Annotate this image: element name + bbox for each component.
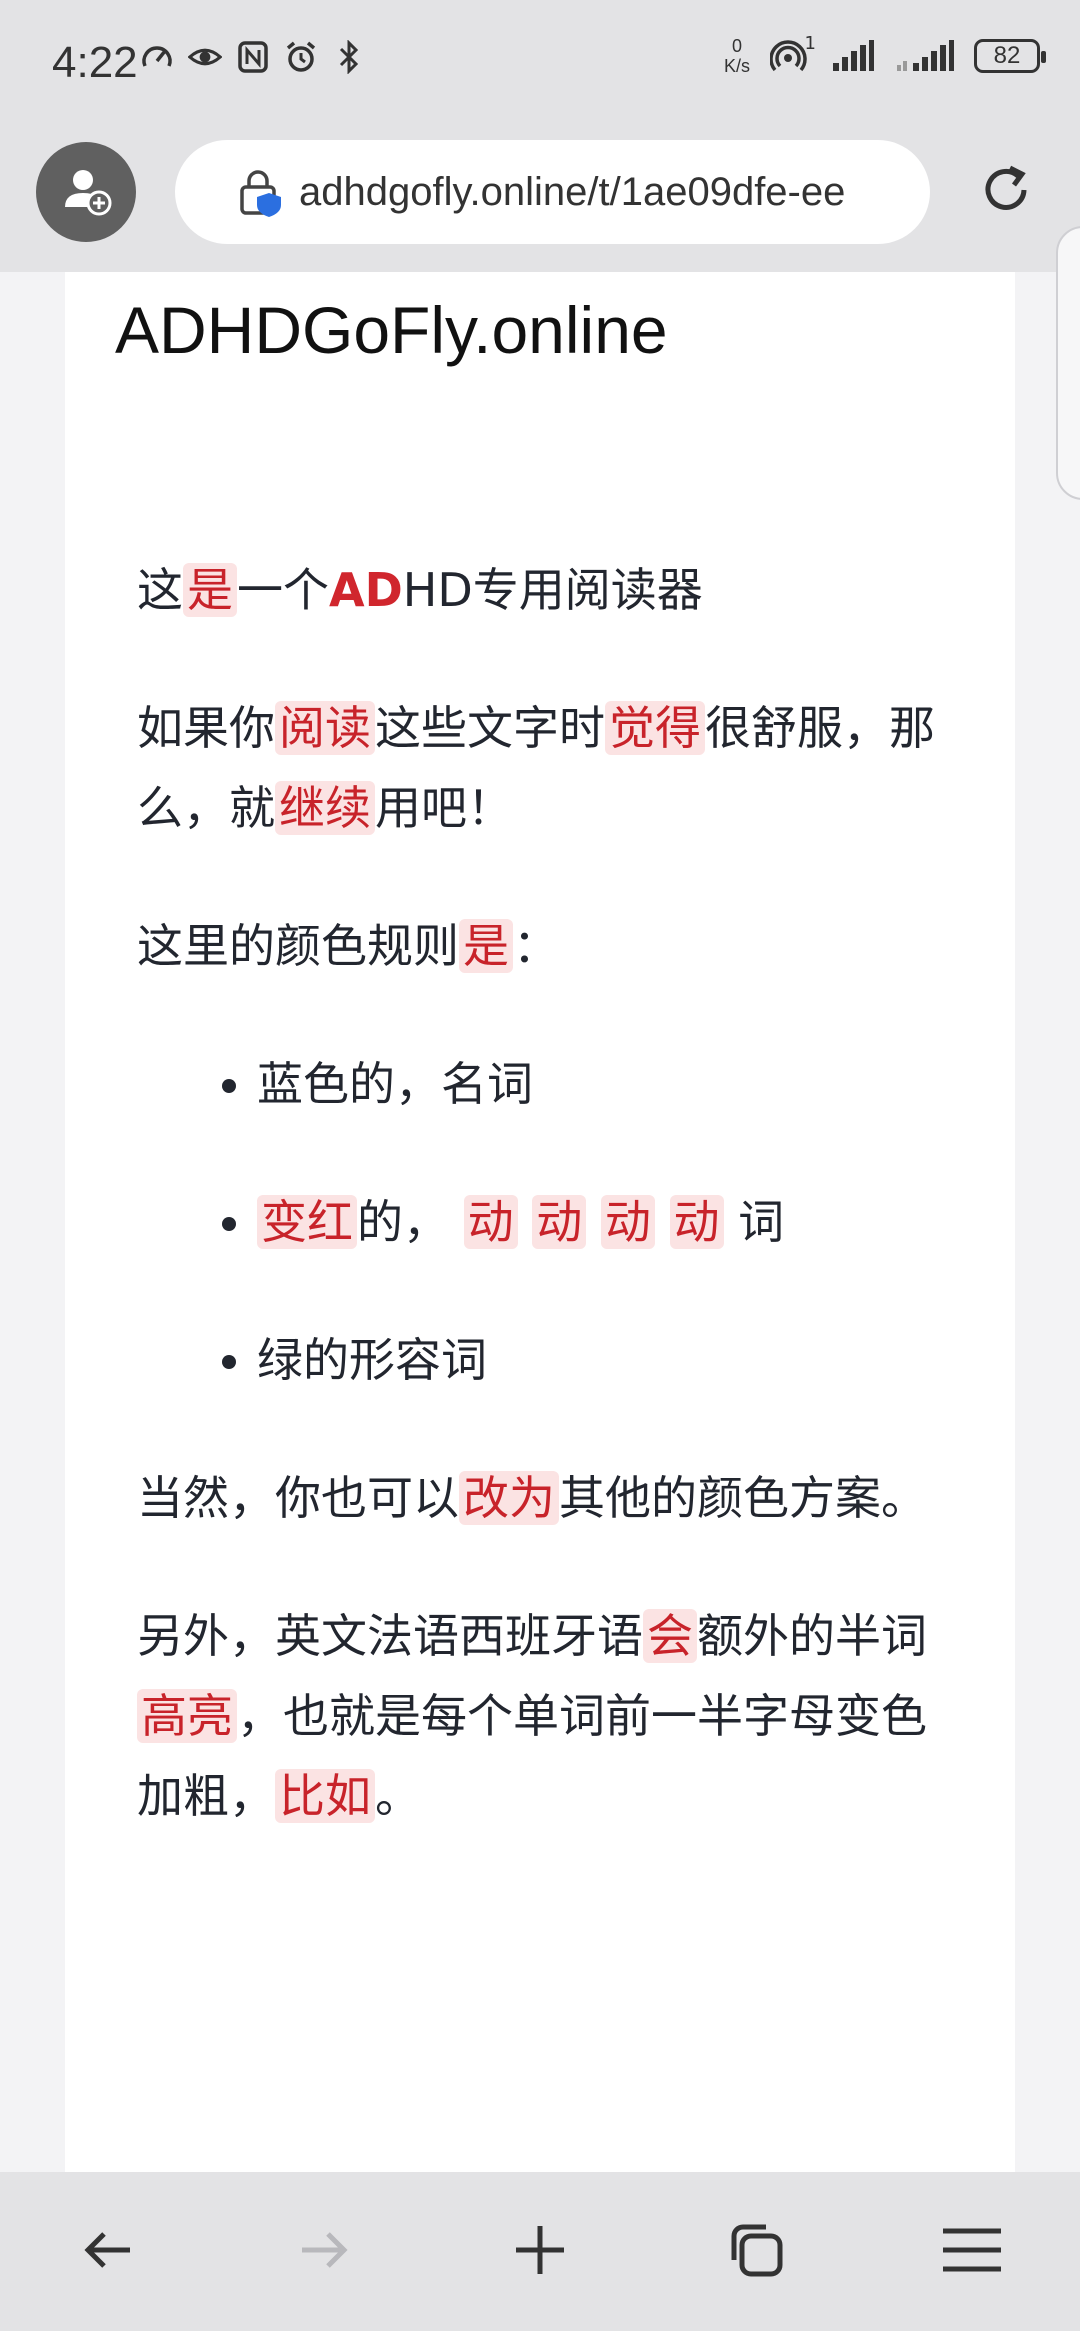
highlighted-word: 会 (643, 1609, 697, 1663)
highlighted-word: 是 (183, 563, 237, 617)
tabs-icon (724, 2218, 788, 2286)
status-icons-left (140, 40, 366, 74)
highlighted-word: 变红 (257, 1195, 357, 1249)
hotspot-badge: 1 (804, 33, 816, 54)
nfc-icon (236, 40, 270, 74)
add-profile-icon (59, 163, 113, 221)
highlighted-word: 阅读 (275, 701, 375, 755)
signal-secondary-icon (894, 39, 956, 73)
highlighted-word: 动 (669, 1195, 724, 1249)
site-title: ADHDGoFly.online (115, 293, 668, 367)
paragraph-3: 这里的颜色规则是： (137, 919, 559, 973)
bluetooth-icon (332, 40, 366, 74)
status-icons-right: 0 K/s 1 82 (723, 33, 1046, 76)
bottom-navigation (0, 2172, 1080, 2331)
plus-icon (512, 2222, 568, 2282)
side-panel-handle[interactable] (1056, 226, 1080, 500)
list-item: 变红的， 动 动 动 动 词 (257, 1182, 967, 1262)
reload-button[interactable] (970, 156, 1042, 228)
reload-icon (976, 160, 1036, 224)
paragraph-2: 如果你阅读这些文字时觉得很舒服，那么，就继续用吧！ (137, 701, 935, 835)
site-security-icon[interactable] (235, 167, 285, 217)
highlighted-word: 动 (463, 1195, 518, 1249)
paragraph-1: 这是一个ADHD专用阅读器 (137, 563, 703, 617)
tabs-button[interactable] (711, 2207, 801, 2297)
browser-toolbar: adhdgofly.online/t/1ae09dfe-ee (0, 126, 1080, 500)
highlighted-word: 觉得 (605, 701, 705, 755)
forward-arrow-icon (296, 2222, 352, 2282)
highlighted-word: 改为 (459, 1471, 559, 1525)
highlighted-word: 动 (600, 1195, 655, 1249)
address-bar[interactable]: adhdgofly.online/t/1ae09dfe-ee (175, 140, 930, 244)
network-speed: 0 K/s (723, 36, 750, 76)
list-item: 绿的形容词 (257, 1320, 967, 1400)
eye-icon (188, 40, 222, 74)
list-item: 蓝色的，名词 (257, 1044, 967, 1124)
highlighted-word: 比如 (275, 1769, 375, 1823)
profile-button[interactable] (36, 142, 136, 242)
highlighted-word: 是 (459, 919, 513, 973)
paragraph-5: 另外，英文法语西班牙语会额外的半词高亮，也就是每个单词前一半字母变色加粗，比如。 (137, 1609, 927, 1823)
web-page: ADHDGoFly.online 这是一个ADHD专用阅读器 如果你阅读这些文字… (65, 272, 1015, 2172)
article-content: 这是一个ADHD专用阅读器 如果你阅读这些文字时觉得很舒服，那么，就继续用吧！ … (137, 550, 967, 1894)
forward-button[interactable] (279, 2207, 369, 2297)
new-tab-button[interactable] (495, 2207, 585, 2297)
status-bar: 4:22 0 K/s 1 82 (0, 0, 1080, 126)
battery-indicator: 82 (974, 39, 1046, 73)
hotspot-icon: 1 (768, 33, 816, 73)
menu-icon (941, 2225, 1003, 2279)
back-button[interactable] (63, 2207, 153, 2297)
signal-icon (830, 39, 876, 73)
highlighted-word: 高亮 (137, 1689, 237, 1743)
color-rules-list: 蓝色的，名词 变红的， 动 动 动 动 词 绿的形容词 (137, 1044, 967, 1400)
highlighted-word: 继续 (275, 781, 375, 835)
status-time: 4:22 (52, 38, 138, 87)
paragraph-4: 当然，你也可以改为其他的颜色方案。 (137, 1471, 927, 1525)
menu-button[interactable] (927, 2207, 1017, 2297)
url-text[interactable]: adhdgofly.online/t/1ae09dfe-ee (299, 170, 909, 215)
speedometer-icon (140, 40, 174, 74)
bold-half-word: AD (329, 563, 403, 617)
highlighted-word: 动 (532, 1195, 587, 1249)
alarm-icon (284, 40, 318, 74)
back-arrow-icon (80, 2222, 136, 2282)
